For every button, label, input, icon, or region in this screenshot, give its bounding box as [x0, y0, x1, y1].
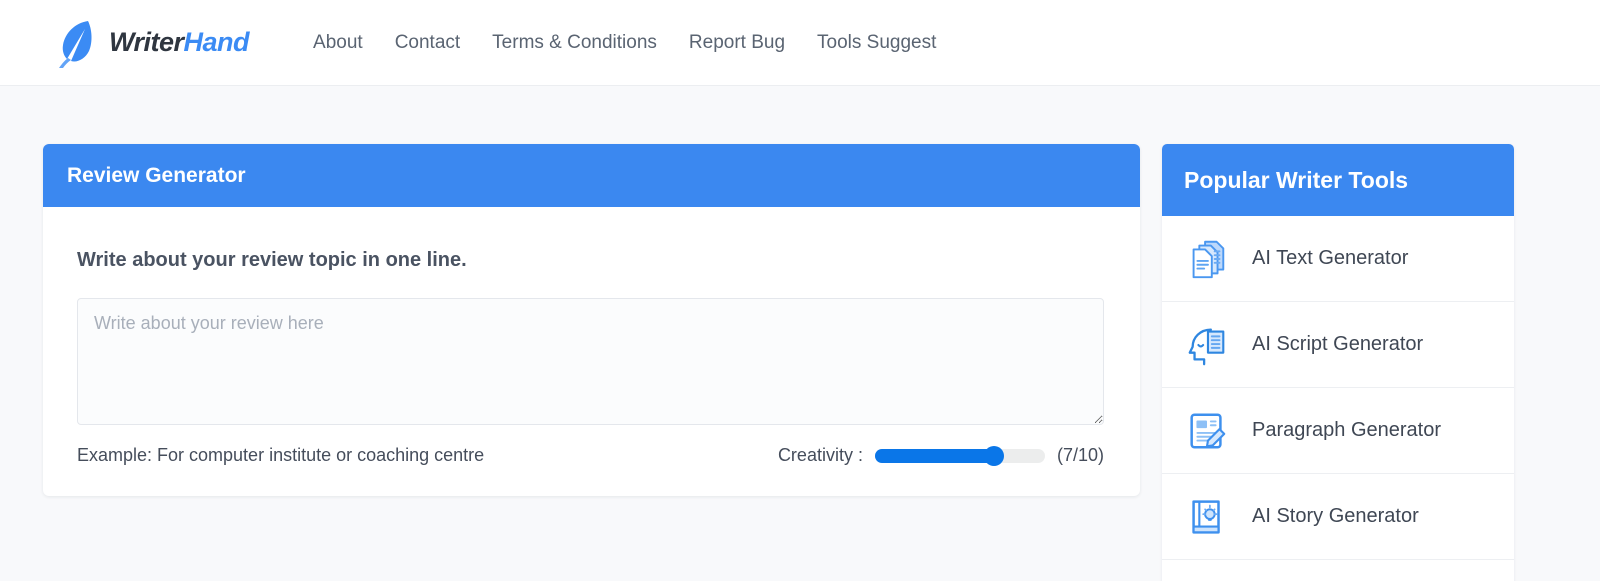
review-generator-card: Review Generator Write about your review…	[43, 144, 1140, 496]
top-navbar: WriterHand About Contact Terms & Conditi…	[0, 0, 1600, 86]
popular-tools-header: Popular Writer Tools	[1162, 144, 1514, 216]
page-title: Review Generator	[67, 164, 246, 187]
nav-link-terms[interactable]: Terms & Conditions	[476, 33, 673, 52]
form-footer-row: Example: For computer institute or coach…	[77, 445, 1104, 466]
sidebar-item-label: AI Script Generator	[1252, 333, 1424, 355]
sidebar-item-partial[interactable]	[1162, 560, 1514, 581]
brand-name: WriterHand	[109, 27, 250, 57]
review-generator-card-header: Review Generator	[43, 144, 1140, 207]
brand-name-part2: Hand	[183, 27, 250, 57]
head-script-icon	[1188, 328, 1225, 365]
sidebar-item-label: Paragraph Generator	[1252, 419, 1442, 441]
primary-navigation: About Contact Terms & Conditions Report …	[297, 33, 952, 52]
sidebar-item-ai-story-generator[interactable]: AI Story Generator	[1162, 474, 1514, 560]
brand-logo-link[interactable]: WriterHand	[55, 17, 250, 69]
creativity-slider[interactable]	[874, 445, 1045, 466]
document-pencil-icon	[1190, 412, 1226, 449]
creativity-slider-fill	[874, 448, 994, 463]
page-body: Review Generator Write about your review…	[0, 86, 1600, 581]
review-topic-input[interactable]	[77, 298, 1104, 425]
feather-quill-icon	[59, 20, 92, 68]
nav-link-contact[interactable]: Contact	[379, 33, 476, 52]
review-topic-label: Write about your review topic in one lin…	[77, 249, 467, 271]
sidebar-item-label: AI Text Generator	[1252, 247, 1409, 269]
popular-tools-title: Popular Writer Tools	[1184, 166, 1409, 193]
popular-tools-sidebar: Popular Writer Tools AI Text Generator A…	[1162, 144, 1514, 581]
nav-link-report-bug[interactable]: Report Bug	[673, 33, 801, 52]
creativity-control: Creativity : (7/10)	[778, 445, 1104, 466]
documents-stack-icon	[1192, 240, 1225, 278]
sidebar-item-paragraph-generator[interactable]: Paragraph Generator	[1162, 388, 1514, 474]
example-hint-text: Example: For computer institute or coach…	[77, 445, 485, 465]
sidebar-item-label: AI Story Generator	[1252, 505, 1419, 527]
review-generator-card-body: Write about your review topic in one lin…	[43, 207, 1140, 496]
creativity-value: (7/10)	[1056, 445, 1104, 465]
creativity-slider-thumb[interactable]	[983, 445, 1004, 466]
content-layout: Review Generator Write about your review…	[43, 86, 1548, 581]
sidebar-item-ai-script-generator[interactable]: AI Script Generator	[1162, 302, 1514, 388]
book-lightbulb-icon	[1192, 499, 1220, 534]
brand-name-part1: Writer	[109, 27, 184, 57]
sidebar-item-ai-text-generator[interactable]: AI Text Generator	[1162, 216, 1514, 302]
creativity-label: Creativity :	[777, 445, 863, 465]
nav-link-tools-suggest[interactable]: Tools Suggest	[801, 33, 952, 52]
nav-link-about[interactable]: About	[297, 33, 379, 52]
